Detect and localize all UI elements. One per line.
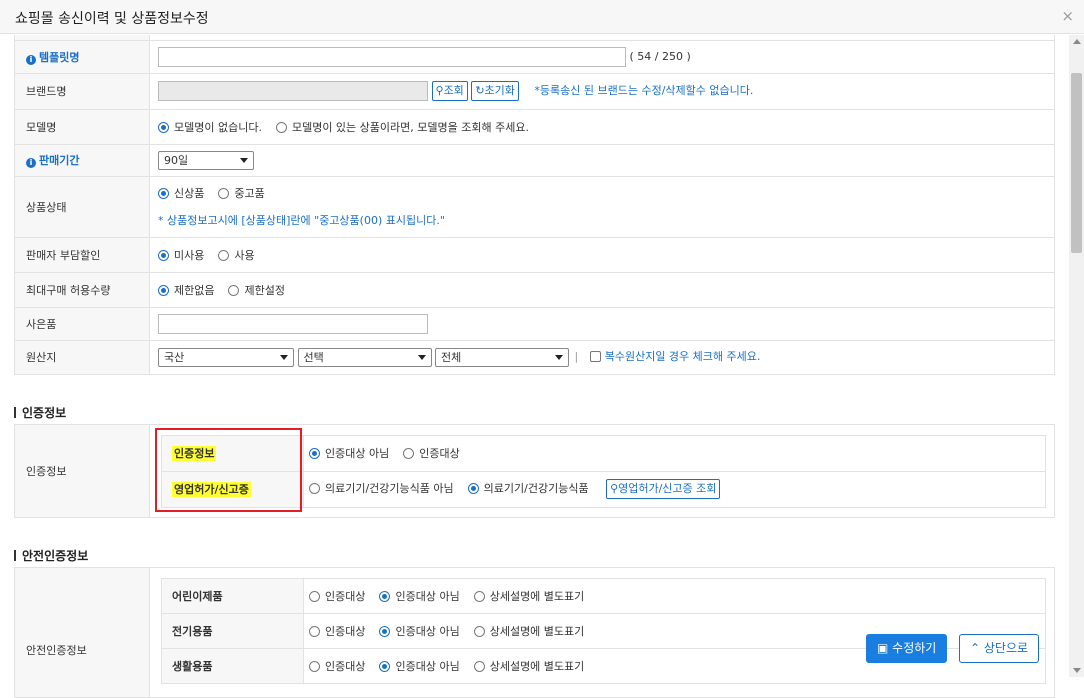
discount-used[interactable]: 사용 — [218, 247, 255, 263]
refresh-icon: ↻ — [475, 84, 485, 97]
condition-label: 상품상태 — [14, 175, 150, 238]
info-icon: i — [26, 54, 36, 65]
title-bar: 쇼핑몰 송신이력 및 상품정보수정 × — [0, 0, 1084, 34]
product-form-table: i 템플릿명 ( 54 / 250 ) 브랜드명 ⚲조회 ↻초기화 *등록송신 된… — [14, 35, 1055, 375]
template-name-input[interactable] — [158, 46, 626, 67]
safety-row-option[interactable]: 인증대상 — [309, 623, 365, 639]
condition-used[interactable]: 중고품 — [218, 185, 265, 201]
license-not-medical[interactable]: 의료기기/건강기능식품 아님 — [309, 480, 454, 496]
safety-row-option[interactable]: 상세설명에 별도표기 — [473, 623, 584, 639]
maxqty-unlimited[interactable]: 제한없음 — [158, 282, 214, 298]
chevron-down-icon — [280, 354, 288, 360]
brand-search-button[interactable]: ⚲조회 — [431, 81, 468, 101]
safety-table: 안전인증정보 어린이제품 인증대상 인증대상 아님 상세설명에 별도표기 전기용품 … — [14, 567, 1055, 698]
safety-label: 안전인증정보 — [14, 567, 150, 698]
period-select[interactable]: 90일 — [158, 150, 254, 170]
safety-row-label: 어린이제품 — [161, 578, 304, 614]
highlight-box — [155, 428, 302, 512]
safety-row-option[interactable]: 인증대상 — [309, 658, 365, 674]
brand-reset-button[interactable]: ↻초기화 — [471, 81, 519, 101]
model-option-none[interactable]: 모델명이 없습니다. — [158, 119, 262, 135]
scroll-thumb[interactable] — [1071, 73, 1082, 253]
search-icon: ⚲ — [435, 84, 444, 97]
chevron-down-icon — [417, 354, 426, 360]
origin-select-2[interactable]: 선택 — [297, 347, 432, 367]
chevron-down-icon — [555, 354, 563, 360]
condition-new[interactable]: 신상품 — [158, 185, 204, 201]
gift-label: 사은품 — [14, 306, 150, 341]
safety-row-label: 전기용품 — [161, 613, 304, 649]
origin-select-1[interactable]: 국산 — [158, 347, 294, 367]
save-button[interactable]: ▣ 수정하기 — [866, 634, 948, 663]
safety-section-title: 안전인증정보 — [14, 547, 88, 564]
model-option-search[interactable]: 모델명이 있는 상품이라면, 모델명을 조회해 주세요. — [275, 119, 529, 135]
cert-target[interactable]: 인증대상 — [403, 445, 460, 461]
origin-multi-checkbox[interactable]: 복수원산지일 경우 체크해 주세요. — [589, 350, 760, 363]
chevron-down-icon — [240, 157, 248, 163]
origin-label: 원산지 — [14, 339, 150, 375]
double-chevron-up-icon: ⌃ — [970, 641, 981, 655]
safety-row-option[interactable]: 인증대상 아님 — [379, 623, 460, 639]
safety-row-option[interactable]: 인증대상 아님 — [379, 588, 460, 604]
window-title: 쇼핑몰 송신이력 및 상품정보수정 — [15, 11, 209, 27]
maxqty-label: 최대구매 허용수량 — [14, 271, 150, 308]
model-label: 모델명 — [14, 108, 150, 145]
brand-label: 브랜드명 — [14, 72, 150, 110]
close-icon[interactable]: × — [1061, 9, 1074, 24]
scroll-top-button[interactable]: ⌃ 상단으로 — [959, 634, 1040, 663]
safety-row-option[interactable]: 상세설명에 별도표기 — [473, 588, 584, 604]
cert-section-title: 인증정보 — [14, 404, 66, 421]
template-label: i 템플릿명 — [14, 39, 150, 74]
info-icon: i — [26, 158, 36, 168]
save-icon: ▣ — [877, 641, 889, 655]
safety-row-option[interactable]: 상세설명에 별도표기 — [473, 658, 584, 674]
license-medical[interactable]: 의료기기/건강기능식품 — [467, 480, 589, 496]
safety-row-label: 생활용품 — [161, 648, 304, 684]
safety-row-option[interactable]: 인증대상 아님 — [379, 658, 460, 674]
cert-not-target[interactable]: 인증대상 아님 — [309, 445, 389, 461]
template-counter: ( 54 / 250 ) — [629, 49, 691, 63]
scrollbar[interactable] — [1069, 35, 1084, 677]
brand-input — [158, 81, 428, 101]
license-search-button[interactable]: ⚲영업허가/신고증 조회 — [606, 479, 721, 499]
scroll-up-icon[interactable] — [1073, 39, 1081, 44]
cert-label: 인증정보 — [14, 424, 150, 518]
brand-note: *등록송신 된 브랜드는 수정/삭제할수 없습니다. — [534, 84, 754, 97]
safety-row-option[interactable]: 인증대상 — [309, 588, 365, 604]
gift-input[interactable] — [158, 313, 428, 334]
period-label: i 판매기간 — [14, 143, 150, 177]
discount-unused[interactable]: 미사용 — [158, 247, 204, 263]
discount-label: 판매자 부담할인 — [14, 236, 150, 273]
condition-note: * 상품정보고시에 [상품상태]란에 "중고상품(00) 표시됩니다." — [158, 214, 445, 227]
search-icon: ⚲ — [610, 482, 619, 495]
maxqty-limited[interactable]: 제한설정 — [228, 282, 285, 298]
scroll-down-icon[interactable] — [1073, 668, 1081, 673]
origin-select-3[interactable]: 전체 — [435, 347, 569, 367]
